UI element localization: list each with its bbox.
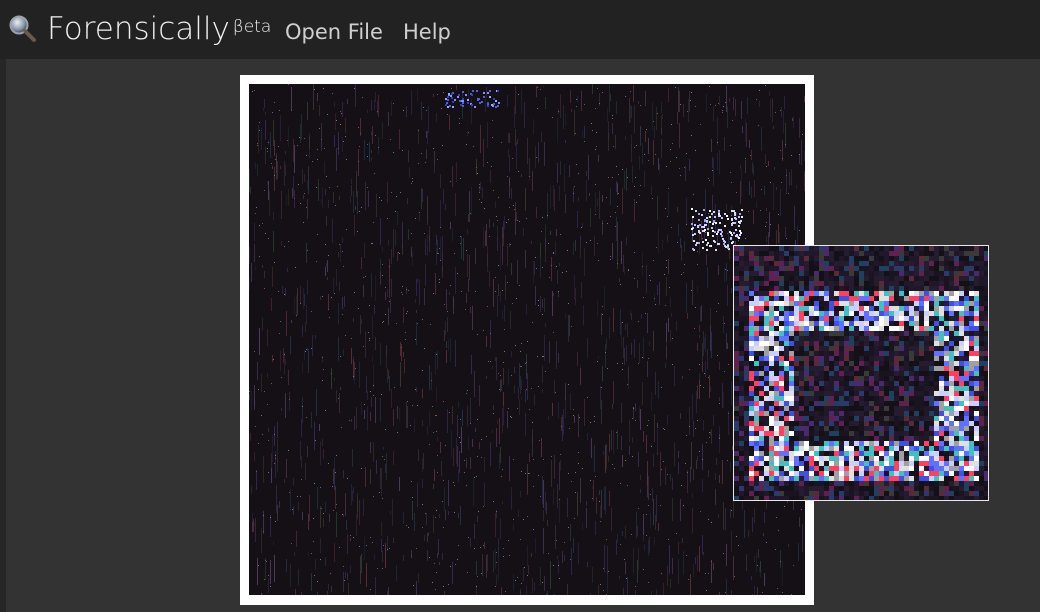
- loupe-image: [734, 246, 988, 500]
- app-title-text: Forensically: [47, 11, 230, 47]
- top-bar: Forensically βeta Open File Help: [0, 0, 1040, 59]
- app-title: Forensically βeta: [47, 10, 271, 48]
- noise-map-image: [249, 84, 805, 595]
- image-canvas[interactable]: [249, 84, 805, 595]
- app-title-superscript: βeta: [232, 17, 272, 37]
- open-file-link[interactable]: Open File: [285, 18, 383, 46]
- magnifier-icon: [7, 13, 37, 43]
- help-link[interactable]: Help: [403, 18, 451, 46]
- magnifier-loupe: [733, 245, 989, 501]
